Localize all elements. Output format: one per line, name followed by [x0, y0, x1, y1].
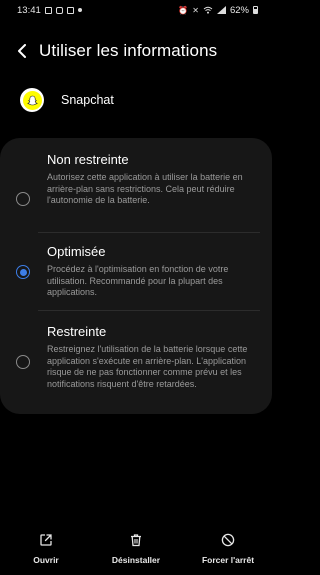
option-title: Restreinte	[47, 324, 107, 339]
radio-wrap	[15, 354, 31, 370]
battery-options-card: Non restreinte Autorisez cette applicati…	[0, 138, 272, 414]
ghost-icon	[26, 95, 38, 105]
open-external-icon	[38, 532, 54, 548]
option-description: Autorisez cette application à utiliser l…	[47, 172, 243, 205]
status-time: 13:41	[17, 4, 41, 16]
battery-icon	[253, 6, 258, 14]
mute-icon: ✕	[192, 5, 199, 15]
option-text: Non restreinte Autorisez cette applicati…	[47, 152, 261, 207]
option-title: Non restreinte	[47, 152, 129, 167]
signal-icon	[216, 6, 226, 14]
stop-icon	[220, 532, 236, 548]
trash-icon	[128, 532, 144, 548]
snapchat-icon-inner	[22, 90, 42, 110]
option-unrestricted[interactable]: Non restreinte Autorisez cette applicati…	[0, 152, 272, 232]
option-text: Optimisée Procédez à l'optimisation en f…	[47, 244, 261, 299]
open-label: Ouvrir	[33, 555, 59, 565]
wifi-icon	[203, 6, 213, 14]
divider	[38, 232, 260, 233]
divider	[38, 310, 260, 311]
back-arrow-icon	[18, 44, 26, 58]
snapchat-icon	[20, 88, 44, 112]
status-bar: 13:41 ⏰ ✕ 62%	[0, 0, 272, 20]
message-icon	[66, 6, 74, 14]
option-text: Restreinte Restreignez l'utilisation de …	[47, 324, 261, 390]
instagram-icon	[55, 6, 63, 14]
radio-wrap	[15, 264, 31, 280]
option-description: Procédez à l'optimisation en fonction de…	[47, 264, 229, 297]
radio-wrap	[15, 191, 31, 207]
bottom-action-bar: Ouvrir Désinstaller Forcer l'arrêt	[0, 532, 272, 572]
uninstall-button[interactable]: Désinstaller	[106, 532, 166, 565]
alarm-icon: ⏰	[178, 5, 189, 15]
option-title: Optimisée	[47, 244, 106, 259]
dot-icon	[77, 8, 82, 12]
page-title: Utiliser les informations	[39, 41, 218, 60]
screen: 13:41 ⏰ ✕ 62% Utiliser les informations …	[0, 0, 272, 575]
radio-optimized[interactable]	[16, 265, 30, 279]
option-description: Restreignez l'utilisation de la batterie…	[47, 344, 248, 389]
radio-restricted[interactable]	[16, 355, 30, 369]
gallery-icon	[44, 6, 52, 14]
force-stop-label: Forcer l'arrêt	[201, 555, 255, 565]
radio-unrestricted[interactable]	[16, 192, 30, 206]
force-stop-button[interactable]: Forcer l'arrêt	[196, 532, 260, 565]
status-right: ⏰ ✕ 62%	[178, 5, 258, 16]
back-button[interactable]	[10, 38, 36, 64]
app-name: Snapchat	[61, 93, 114, 107]
option-optimized[interactable]: Optimisée Procédez à l'optimisation en f…	[0, 242, 272, 308]
header: Utiliser les informations	[0, 36, 272, 66]
uninstall-label: Désinstaller	[111, 555, 161, 565]
option-restricted[interactable]: Restreinte Restreignez l'utilisation de …	[0, 322, 272, 408]
battery-percent: 62%	[229, 4, 249, 16]
status-left: 13:41	[17, 5, 82, 16]
app-row: Snapchat	[0, 86, 272, 114]
open-button[interactable]: Ouvrir	[24, 532, 68, 565]
